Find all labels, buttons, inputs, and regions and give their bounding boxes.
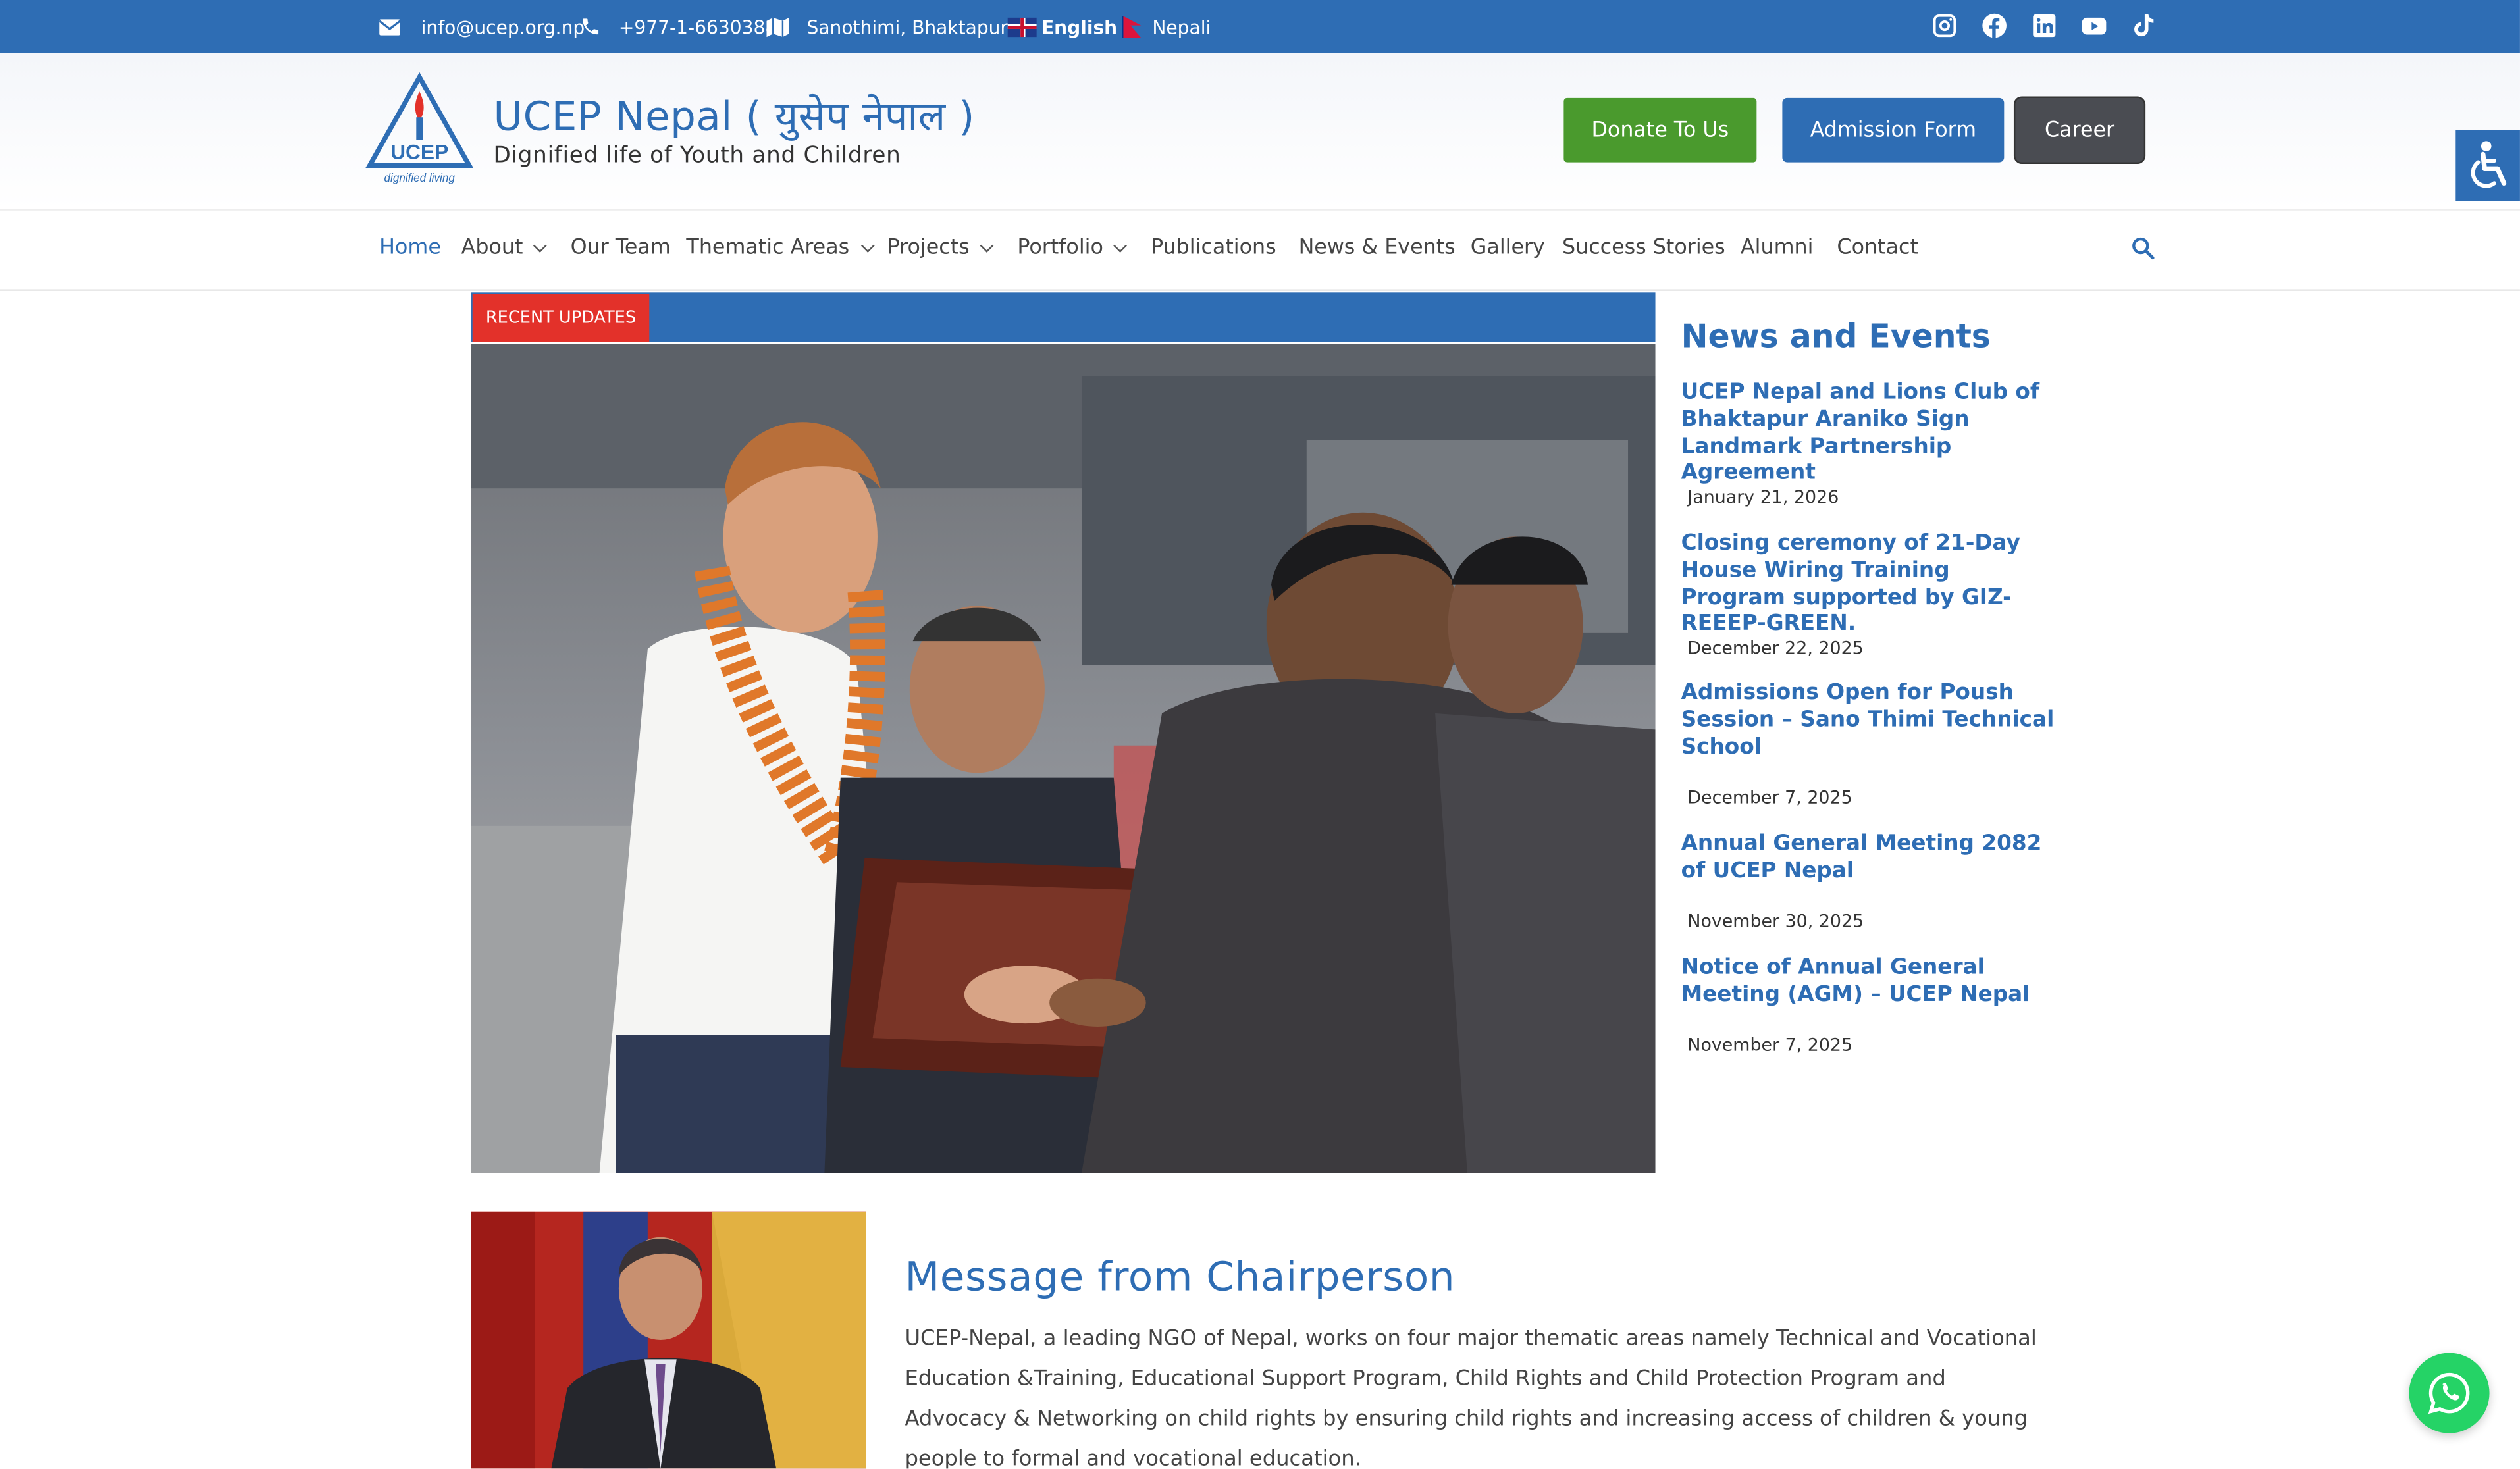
nav-publications-label: Publications	[1150, 236, 1276, 261]
news-item-date: December 22, 2025	[1687, 638, 1864, 659]
news-item-link[interactable]: Notice of Annual General Meeting (AGM) –…	[1681, 956, 2059, 1010]
news-item-date: January 21, 2026	[1687, 486, 1839, 508]
search-icon[interactable]	[2131, 236, 2155, 261]
nav-thematic-areas[interactable]: Thematic Areas	[686, 236, 874, 261]
nav-success-stories[interactable]: Success Stories	[1562, 236, 1725, 261]
nav-news-events[interactable]: News & Events	[1299, 236, 1456, 261]
whatsapp-button[interactable]	[2409, 1353, 2490, 1433]
map-icon	[766, 16, 789, 36]
phone-link[interactable]: +977-1-6630388	[580, 0, 777, 53]
slider-photo[interactable]	[471, 344, 1656, 1173]
chairperson-photo	[471, 1211, 866, 1469]
nav-contact[interactable]: Contact	[1837, 236, 1918, 261]
lang-nepali-label: Nepali	[1152, 15, 1211, 38]
address-text: Sanothimi, Bhaktapur	[806, 15, 1009, 38]
accessibility-icon	[2471, 141, 2507, 188]
news-item-date: November 7, 2025	[1687, 1035, 1853, 1056]
donate-button[interactable]: Donate To Us	[1563, 97, 1757, 163]
nepal-flag-icon	[1122, 15, 1142, 38]
career-button[interactable]: Career	[2015, 97, 2144, 163]
news-item-link[interactable]: Annual General Meeting 2082 of UCEP Nepa…	[1681, 833, 2059, 887]
nav-portfolio[interactable]: Portfolio	[1017, 236, 1128, 261]
phone-text: +977-1-6630388	[618, 15, 777, 38]
nav-projects-label: Projects	[887, 236, 970, 261]
chevron-down-icon	[860, 238, 874, 252]
news-item-link[interactable]: UCEP Nepal and Lions Club of Bhaktapur A…	[1681, 381, 2059, 489]
nav-projects[interactable]: Projects	[887, 236, 994, 261]
slider-photo-graphic	[471, 344, 1656, 1173]
nav-about[interactable]: About	[461, 236, 548, 261]
instagram-icon[interactable]	[1931, 13, 1957, 39]
chevron-down-icon	[980, 238, 994, 252]
facebook-icon[interactable]	[1982, 13, 2007, 39]
lang-nepali[interactable]: Nepali	[1122, 0, 1211, 53]
nav-our-team[interactable]: Our Team	[571, 236, 671, 261]
chevron-down-icon	[1114, 238, 1128, 252]
logo-subtext: dignified living	[384, 172, 456, 184]
nav-contact-label: Contact	[1837, 236, 1918, 261]
nav-our-team-label: Our Team	[570, 236, 671, 261]
admission-form-button[interactable]: Admission Form	[1782, 97, 2005, 163]
lang-english-label: English	[1041, 15, 1118, 38]
nav-success-stories-label: Success Stories	[1562, 236, 1725, 261]
nav-news-events-label: News & Events	[1298, 236, 1456, 261]
site-title[interactable]: UCEP Nepal ( युसेप नेपाल )	[493, 88, 974, 143]
uk-flag-icon	[1007, 16, 1037, 36]
nav-publications[interactable]: Publications	[1151, 236, 1276, 261]
site-tagline: Dignified life of Youth and Children	[493, 143, 901, 169]
chairperson-heading: Message from Chairperson	[905, 1253, 1456, 1301]
whatsapp-icon	[2428, 1372, 2470, 1414]
news-events-heading: News and Events	[1681, 316, 1991, 355]
linkedin-icon[interactable]	[2032, 13, 2057, 39]
nav-gallery-label: Gallery	[1470, 236, 1545, 261]
email-text: info@ucep.org.np	[421, 15, 585, 38]
nav-home[interactable]: Home	[379, 236, 441, 261]
chairperson-message: UCEP-Nepal, a leading NGO of Nepal, work…	[905, 1327, 2037, 1469]
envelope-icon	[379, 18, 400, 35]
logo-text: UCEP	[390, 140, 448, 164]
ucep-logo[interactable]: UCEP dignified living	[363, 72, 476, 188]
news-item-link[interactable]: Admissions Open for Poush Session – Sano…	[1681, 681, 2059, 762]
youtube-icon[interactable]	[2081, 13, 2107, 39]
news-item-link[interactable]: Closing ceremony of 21-Day House Wiring …	[1681, 532, 2059, 640]
phone-icon	[583, 18, 599, 35]
nav-gallery[interactable]: Gallery	[1471, 236, 1545, 261]
lang-english[interactable]: English	[1007, 0, 1118, 53]
nav-alumni[interactable]: Alumni	[1741, 236, 1814, 261]
nav-alumni-label: Alumni	[1740, 236, 1814, 261]
accessibility-button[interactable]	[2455, 130, 2520, 201]
nav-home-label: Home	[379, 236, 441, 261]
news-item-date: December 7, 2025	[1687, 787, 1852, 808]
recent-updates-badge: RECENT UPDATES	[472, 294, 650, 342]
nav-about-label: About	[461, 236, 523, 261]
news-item-date: November 30, 2025	[1687, 911, 1864, 932]
nav-thematic-areas-label: Thematic Areas	[686, 236, 850, 261]
chevron-down-icon	[533, 238, 548, 252]
chairperson-photo-graphic	[471, 1211, 866, 1469]
logo-graphic: UCEP dignified living	[365, 72, 474, 184]
email-link[interactable]: info@ucep.org.np	[379, 0, 585, 53]
tiktok-icon[interactable]	[2131, 13, 2157, 39]
nav-portfolio-label: Portfolio	[1017, 236, 1103, 261]
address-link[interactable]: Sanothimi, Bhaktapur	[766, 0, 1009, 53]
